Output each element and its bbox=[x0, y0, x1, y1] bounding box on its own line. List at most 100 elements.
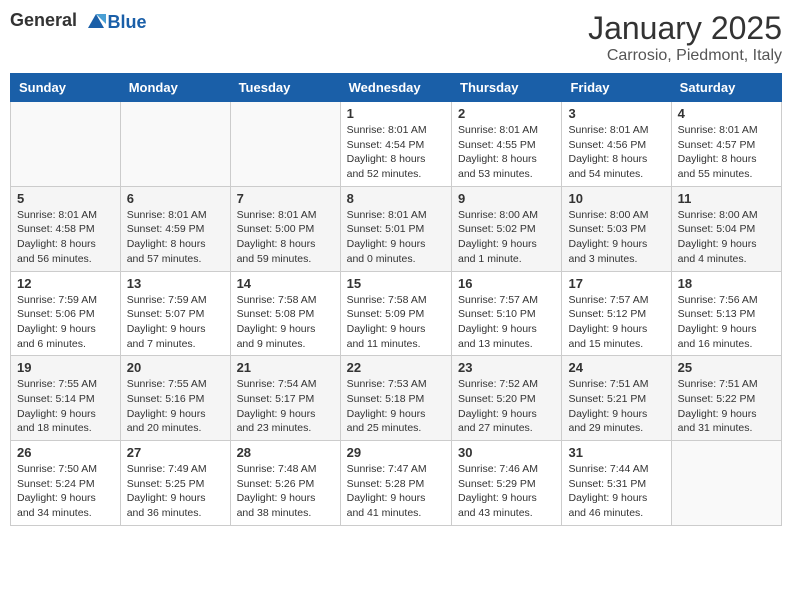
day-info: Sunrise: 8:01 AM Sunset: 4:59 PM Dayligh… bbox=[127, 208, 224, 267]
calendar-cell bbox=[230, 102, 340, 187]
calendar-cell: 18 Sunrise: 7:56 AM Sunset: 5:13 PM Dayli… bbox=[671, 271, 781, 356]
day-info: Sunrise: 7:58 AM Sunset: 5:08 PM Dayligh… bbox=[237, 293, 334, 352]
calendar-cell: 27 Sunrise: 7:49 AM Sunset: 5:25 PM Dayli… bbox=[120, 441, 230, 526]
logo-blue: Blue bbox=[108, 12, 147, 32]
calendar-cell: 16 Sunrise: 7:57 AM Sunset: 5:10 PM Dayli… bbox=[452, 271, 562, 356]
day-info: Sunrise: 8:01 AM Sunset: 4:56 PM Dayligh… bbox=[568, 123, 664, 182]
weekday-header-row: SundayMondayTuesdayWednesdayThursdayFrid… bbox=[11, 74, 782, 102]
calendar-cell bbox=[120, 102, 230, 187]
day-info: Sunrise: 7:51 AM Sunset: 5:21 PM Dayligh… bbox=[568, 377, 664, 436]
day-info: Sunrise: 7:54 AM Sunset: 5:17 PM Dayligh… bbox=[237, 377, 334, 436]
day-info: Sunrise: 7:52 AM Sunset: 5:20 PM Dayligh… bbox=[458, 377, 555, 436]
day-info: Sunrise: 7:50 AM Sunset: 5:24 PM Dayligh… bbox=[17, 462, 114, 521]
day-info: Sunrise: 7:44 AM Sunset: 5:31 PM Dayligh… bbox=[568, 462, 664, 521]
logo-icon bbox=[84, 10, 108, 34]
page-header: General Blue January 2025 Carrosio, Pied… bbox=[10, 10, 782, 65]
calendar-week-row: 26Sunrise: 7:50 AM Sunset: 5:24 PM Dayli… bbox=[11, 441, 782, 526]
day-info: Sunrise: 7:55 AM Sunset: 5:16 PM Dayligh… bbox=[127, 377, 224, 436]
logo-general: General bbox=[10, 10, 77, 30]
day-info: Sunrise: 7:55 AM Sunset: 5:14 PM Dayligh… bbox=[17, 377, 114, 436]
day-info: Sunrise: 8:01 AM Sunset: 5:00 PM Dayligh… bbox=[237, 208, 334, 267]
calendar-cell: 23 Sunrise: 7:52 AM Sunset: 5:20 PM Dayli… bbox=[452, 356, 562, 441]
calendar-cell: 15Sunrise: 7:58 AM Sunset: 5:09 PM Dayli… bbox=[340, 271, 451, 356]
day-number: 11 bbox=[678, 191, 775, 206]
calendar-cell: 20Sunrise: 7:55 AM Sunset: 5:16 PM Dayli… bbox=[120, 356, 230, 441]
calendar-cell: 12 Sunrise: 7:59 AM Sunset: 5:06 PM Dayli… bbox=[11, 271, 121, 356]
weekday-header: Monday bbox=[120, 74, 230, 102]
calendar-cell: 19 Sunrise: 7:55 AM Sunset: 5:14 PM Dayli… bbox=[11, 356, 121, 441]
day-number: 23 bbox=[458, 360, 555, 375]
calendar-cell: 10Sunrise: 8:00 AM Sunset: 5:03 PM Dayli… bbox=[562, 186, 671, 271]
weekday-header: Friday bbox=[562, 74, 671, 102]
location-title: Carrosio, Piedmont, Italy bbox=[588, 47, 782, 65]
day-number: 25 bbox=[678, 360, 775, 375]
weekday-header: Thursday bbox=[452, 74, 562, 102]
calendar-cell bbox=[11, 102, 121, 187]
calendar-cell: 21 Sunrise: 7:54 AM Sunset: 5:17 PM Dayli… bbox=[230, 356, 340, 441]
calendar-cell: 26Sunrise: 7:50 AM Sunset: 5:24 PM Dayli… bbox=[11, 441, 121, 526]
calendar-cell: 14 Sunrise: 7:58 AM Sunset: 5:08 PM Dayli… bbox=[230, 271, 340, 356]
calendar-cell: 17Sunrise: 7:57 AM Sunset: 5:12 PM Dayli… bbox=[562, 271, 671, 356]
calendar-cell: 5Sunrise: 8:01 AM Sunset: 4:58 PM Daylig… bbox=[11, 186, 121, 271]
logo: General Blue bbox=[10, 10, 147, 34]
day-info: Sunrise: 8:00 AM Sunset: 5:03 PM Dayligh… bbox=[568, 208, 664, 267]
calendar-cell: 29Sunrise: 7:47 AM Sunset: 5:28 PM Dayli… bbox=[340, 441, 451, 526]
day-number: 19 bbox=[17, 360, 114, 375]
day-number: 5 bbox=[17, 191, 114, 206]
calendar-cell: 13Sunrise: 7:59 AM Sunset: 5:07 PM Dayli… bbox=[120, 271, 230, 356]
day-info: Sunrise: 7:51 AM Sunset: 5:22 PM Dayligh… bbox=[678, 377, 775, 436]
weekday-header: Saturday bbox=[671, 74, 781, 102]
calendar-cell: 6 Sunrise: 8:01 AM Sunset: 4:59 PM Daylig… bbox=[120, 186, 230, 271]
day-info: Sunrise: 8:01 AM Sunset: 4:57 PM Dayligh… bbox=[678, 123, 775, 182]
day-number: 29 bbox=[347, 445, 445, 460]
month-title: January 2025 bbox=[588, 10, 782, 47]
day-info: Sunrise: 7:46 AM Sunset: 5:29 PM Dayligh… bbox=[458, 462, 555, 521]
calendar-cell: 31Sunrise: 7:44 AM Sunset: 5:31 PM Dayli… bbox=[562, 441, 671, 526]
calendar-cell: 11 Sunrise: 8:00 AM Sunset: 5:04 PM Dayli… bbox=[671, 186, 781, 271]
calendar-week-row: 12 Sunrise: 7:59 AM Sunset: 5:06 PM Dayli… bbox=[11, 271, 782, 356]
calendar-week-row: 1 Sunrise: 8:01 AM Sunset: 4:54 PM Daylig… bbox=[11, 102, 782, 187]
day-info: Sunrise: 7:48 AM Sunset: 5:26 PM Dayligh… bbox=[237, 462, 334, 521]
day-info: Sunrise: 8:01 AM Sunset: 4:54 PM Dayligh… bbox=[347, 123, 445, 182]
day-info: Sunrise: 8:01 AM Sunset: 4:55 PM Dayligh… bbox=[458, 123, 555, 182]
calendar-cell: 3 Sunrise: 8:01 AM Sunset: 4:56 PM Daylig… bbox=[562, 102, 671, 187]
day-number: 18 bbox=[678, 276, 775, 291]
day-info: Sunrise: 8:00 AM Sunset: 5:02 PM Dayligh… bbox=[458, 208, 555, 267]
calendar-cell: 4 Sunrise: 8:01 AM Sunset: 4:57 PM Daylig… bbox=[671, 102, 781, 187]
day-info: Sunrise: 7:56 AM Sunset: 5:13 PM Dayligh… bbox=[678, 293, 775, 352]
calendar-cell: 9 Sunrise: 8:00 AM Sunset: 5:02 PM Daylig… bbox=[452, 186, 562, 271]
calendar-cell: 30 Sunrise: 7:46 AM Sunset: 5:29 PM Dayli… bbox=[452, 441, 562, 526]
calendar-cell: 22Sunrise: 7:53 AM Sunset: 5:18 PM Dayli… bbox=[340, 356, 451, 441]
weekday-header: Sunday bbox=[11, 74, 121, 102]
day-number: 9 bbox=[458, 191, 555, 206]
calendar-week-row: 5Sunrise: 8:01 AM Sunset: 4:58 PM Daylig… bbox=[11, 186, 782, 271]
day-number: 12 bbox=[17, 276, 114, 291]
day-number: 6 bbox=[127, 191, 224, 206]
day-info: Sunrise: 7:59 AM Sunset: 5:06 PM Dayligh… bbox=[17, 293, 114, 352]
day-number: 30 bbox=[458, 445, 555, 460]
weekday-header: Wednesday bbox=[340, 74, 451, 102]
day-info: Sunrise: 7:57 AM Sunset: 5:12 PM Dayligh… bbox=[568, 293, 664, 352]
day-number: 4 bbox=[678, 106, 775, 121]
day-number: 21 bbox=[237, 360, 334, 375]
calendar-cell: 8Sunrise: 8:01 AM Sunset: 5:01 PM Daylig… bbox=[340, 186, 451, 271]
day-number: 7 bbox=[237, 191, 334, 206]
day-info: Sunrise: 7:57 AM Sunset: 5:10 PM Dayligh… bbox=[458, 293, 555, 352]
day-info: Sunrise: 7:49 AM Sunset: 5:25 PM Dayligh… bbox=[127, 462, 224, 521]
day-number: 8 bbox=[347, 191, 445, 206]
day-info: Sunrise: 7:58 AM Sunset: 5:09 PM Dayligh… bbox=[347, 293, 445, 352]
calendar-cell: 7 Sunrise: 8:01 AM Sunset: 5:00 PM Daylig… bbox=[230, 186, 340, 271]
day-number: 3 bbox=[568, 106, 664, 121]
day-number: 22 bbox=[347, 360, 445, 375]
day-number: 1 bbox=[347, 106, 445, 121]
day-number: 2 bbox=[458, 106, 555, 121]
day-number: 27 bbox=[127, 445, 224, 460]
day-number: 28 bbox=[237, 445, 334, 460]
calendar-cell bbox=[671, 441, 781, 526]
calendar-cell: 2 Sunrise: 8:01 AM Sunset: 4:55 PM Daylig… bbox=[452, 102, 562, 187]
calendar-table: SundayMondayTuesdayWednesdayThursdayFrid… bbox=[10, 73, 782, 526]
title-section: January 2025 Carrosio, Piedmont, Italy bbox=[588, 10, 782, 65]
day-number: 16 bbox=[458, 276, 555, 291]
day-info: Sunrise: 8:00 AM Sunset: 5:04 PM Dayligh… bbox=[678, 208, 775, 267]
day-number: 14 bbox=[237, 276, 334, 291]
